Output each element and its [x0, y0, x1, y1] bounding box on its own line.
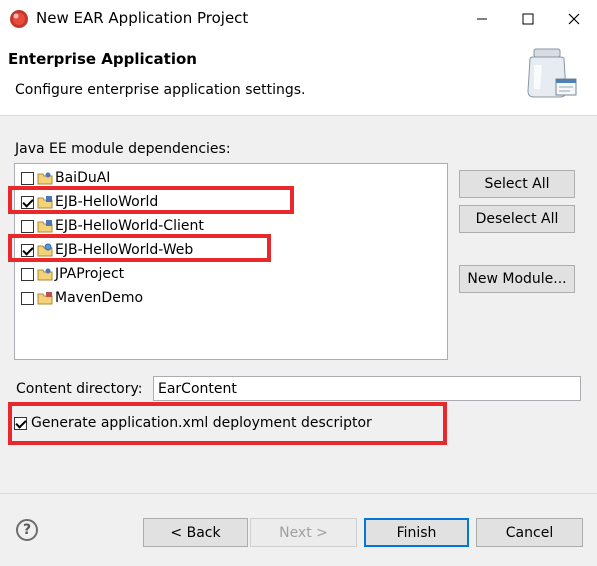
module-checkbox[interactable] — [21, 267, 34, 281]
footer-separator — [0, 493, 597, 494]
minimize-button[interactable] — [459, 0, 505, 38]
ejb-client-project-icon — [37, 220, 53, 233]
content-directory-input[interactable]: EarContent — [153, 376, 581, 401]
jar-wizard-icon — [527, 48, 577, 98]
page-description: Configure enterprise application setting… — [15, 82, 306, 98]
module-name: JPAProject — [55, 266, 125, 282]
cancel-button[interactable]: Cancel — [476, 518, 583, 547]
finish-button[interactable]: Finish — [364, 518, 469, 547]
page-title: Enterprise Application — [8, 50, 197, 68]
close-icon — [568, 13, 580, 25]
back-button[interactable]: < Back — [143, 518, 248, 547]
deselect-all-button[interactable]: Deselect All — [459, 205, 575, 233]
window-title: New EAR Application Project — [36, 9, 249, 27]
module-name: BaiDuAI — [55, 170, 111, 186]
eclipse-app-icon — [10, 10, 28, 28]
module-name: EJB-HelloWorld-Client — [55, 218, 204, 234]
maximize-icon — [522, 13, 534, 25]
module-item-jpaproject[interactable]: JPAProject — [21, 263, 124, 285]
highlight-box — [8, 234, 271, 262]
jpa-project-icon — [37, 268, 53, 281]
module-checkbox[interactable] — [21, 171, 34, 185]
new-module-button[interactable]: New Module... — [459, 265, 575, 293]
module-item-mavendemo[interactable]: MavenDemo — [21, 287, 143, 309]
module-name: MavenDemo — [55, 290, 144, 306]
module-checkbox[interactable] — [21, 219, 34, 233]
maximize-button[interactable] — [505, 0, 551, 38]
help-icon[interactable]: ? — [16, 519, 38, 541]
content-directory-label: Content directory: — [16, 381, 143, 397]
minimize-icon — [477, 18, 487, 20]
module-dependencies-label: Java EE module dependencies: — [15, 141, 231, 157]
highlight-box — [8, 402, 447, 445]
module-checkbox[interactable] — [21, 291, 34, 305]
folder-project-icon — [37, 172, 53, 185]
close-button[interactable] — [551, 0, 597, 38]
next-button[interactable]: Next > — [250, 518, 357, 547]
select-all-button[interactable]: Select All — [459, 170, 575, 198]
maven-project-icon — [37, 292, 53, 305]
highlight-box — [8, 186, 294, 214]
